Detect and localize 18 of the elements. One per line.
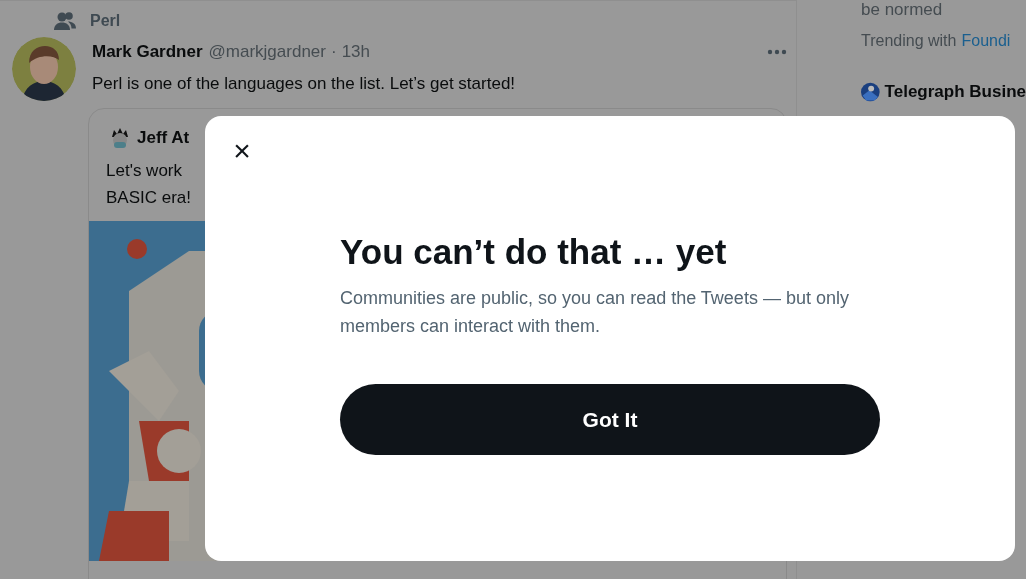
trend-text: be normed [861,0,944,20]
avatar[interactable] [12,37,76,101]
news-source[interactable]: Telegraph Busine [884,79,1026,105]
dialog-title: You can’t do that … yet [340,232,728,272]
trending-label: Trending with [861,31,957,51]
close-button[interactable]: × [227,136,257,166]
got-it-button[interactable]: Got It [340,384,880,455]
tweet-text: Perl is one of the languages on the list. Let’s get started! [92,72,517,95]
more-icon[interactable] [767,48,787,55]
people-icon [54,11,76,31]
quote-author-name[interactable]: Jeff At [137,125,190,151]
author-name[interactable]: Mark Gardner [92,39,203,65]
dialog-body: Communities are public, so you can read the Tweets — but only members can interact with them. [340,287,850,338]
quote-text-line: Let's work [106,159,183,182]
separator: · [330,41,337,63]
quote-avatar [109,126,131,149]
quote-text-line: BASIC era! [106,186,193,209]
news-source-logo [861,80,880,103]
